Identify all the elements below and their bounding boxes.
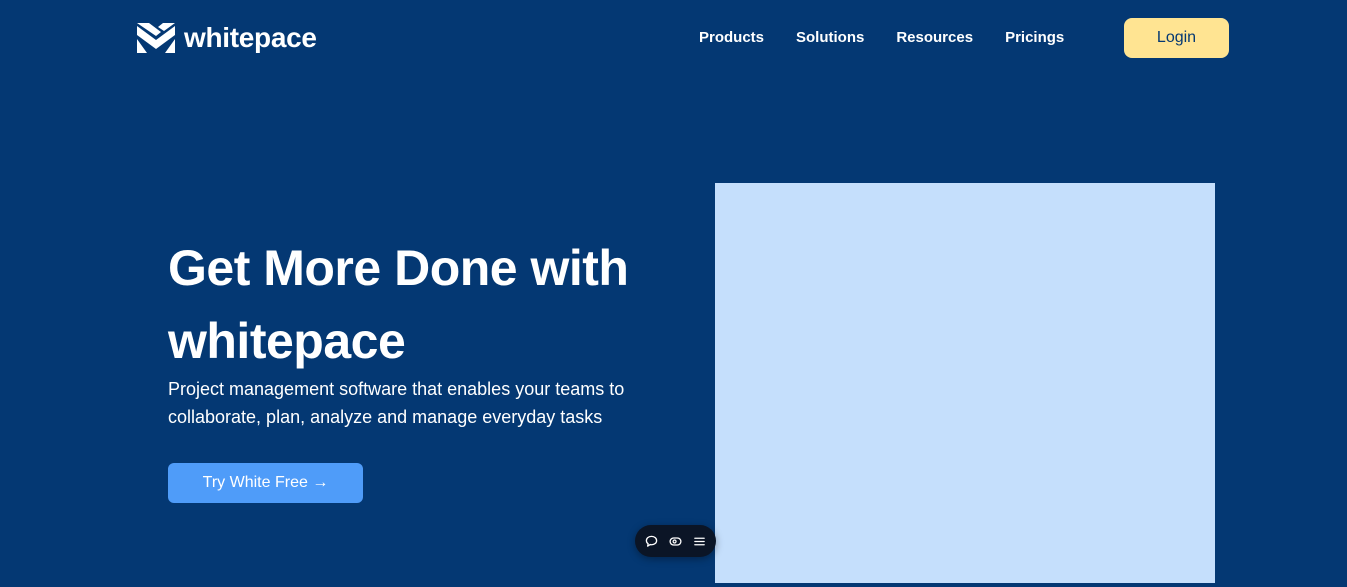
menu-icon[interactable]: [688, 529, 712, 553]
whitepace-logo-icon: [137, 23, 175, 53]
main-nav: Products Solutions Resources Pricings: [699, 28, 1096, 48]
floating-toolbar: [635, 525, 716, 557]
hero-title: Get More Done with whitepace: [168, 240, 629, 369]
brand-name: whitepace: [184, 22, 317, 53]
nav-item-pricings[interactable]: Pricings: [1005, 28, 1064, 48]
hero-subtitle: Project management software that enables…: [168, 379, 625, 427]
nav-item-solutions[interactable]: Solutions: [796, 28, 864, 48]
hero-image-placeholder: [715, 183, 1215, 583]
brand-logo[interactable]: whitepace: [137, 22, 317, 54]
nav-item-resources[interactable]: Resources: [896, 28, 973, 48]
landing-page: whitepace Products Solutions Resources P…: [0, 0, 1347, 587]
comment-icon[interactable]: [640, 529, 664, 553]
eye-icon[interactable]: [664, 529, 688, 553]
login-button[interactable]: Login: [1124, 18, 1229, 58]
nav-item-products[interactable]: Products: [699, 28, 764, 48]
try-free-button[interactable]: Try White Free →: [168, 463, 363, 503]
